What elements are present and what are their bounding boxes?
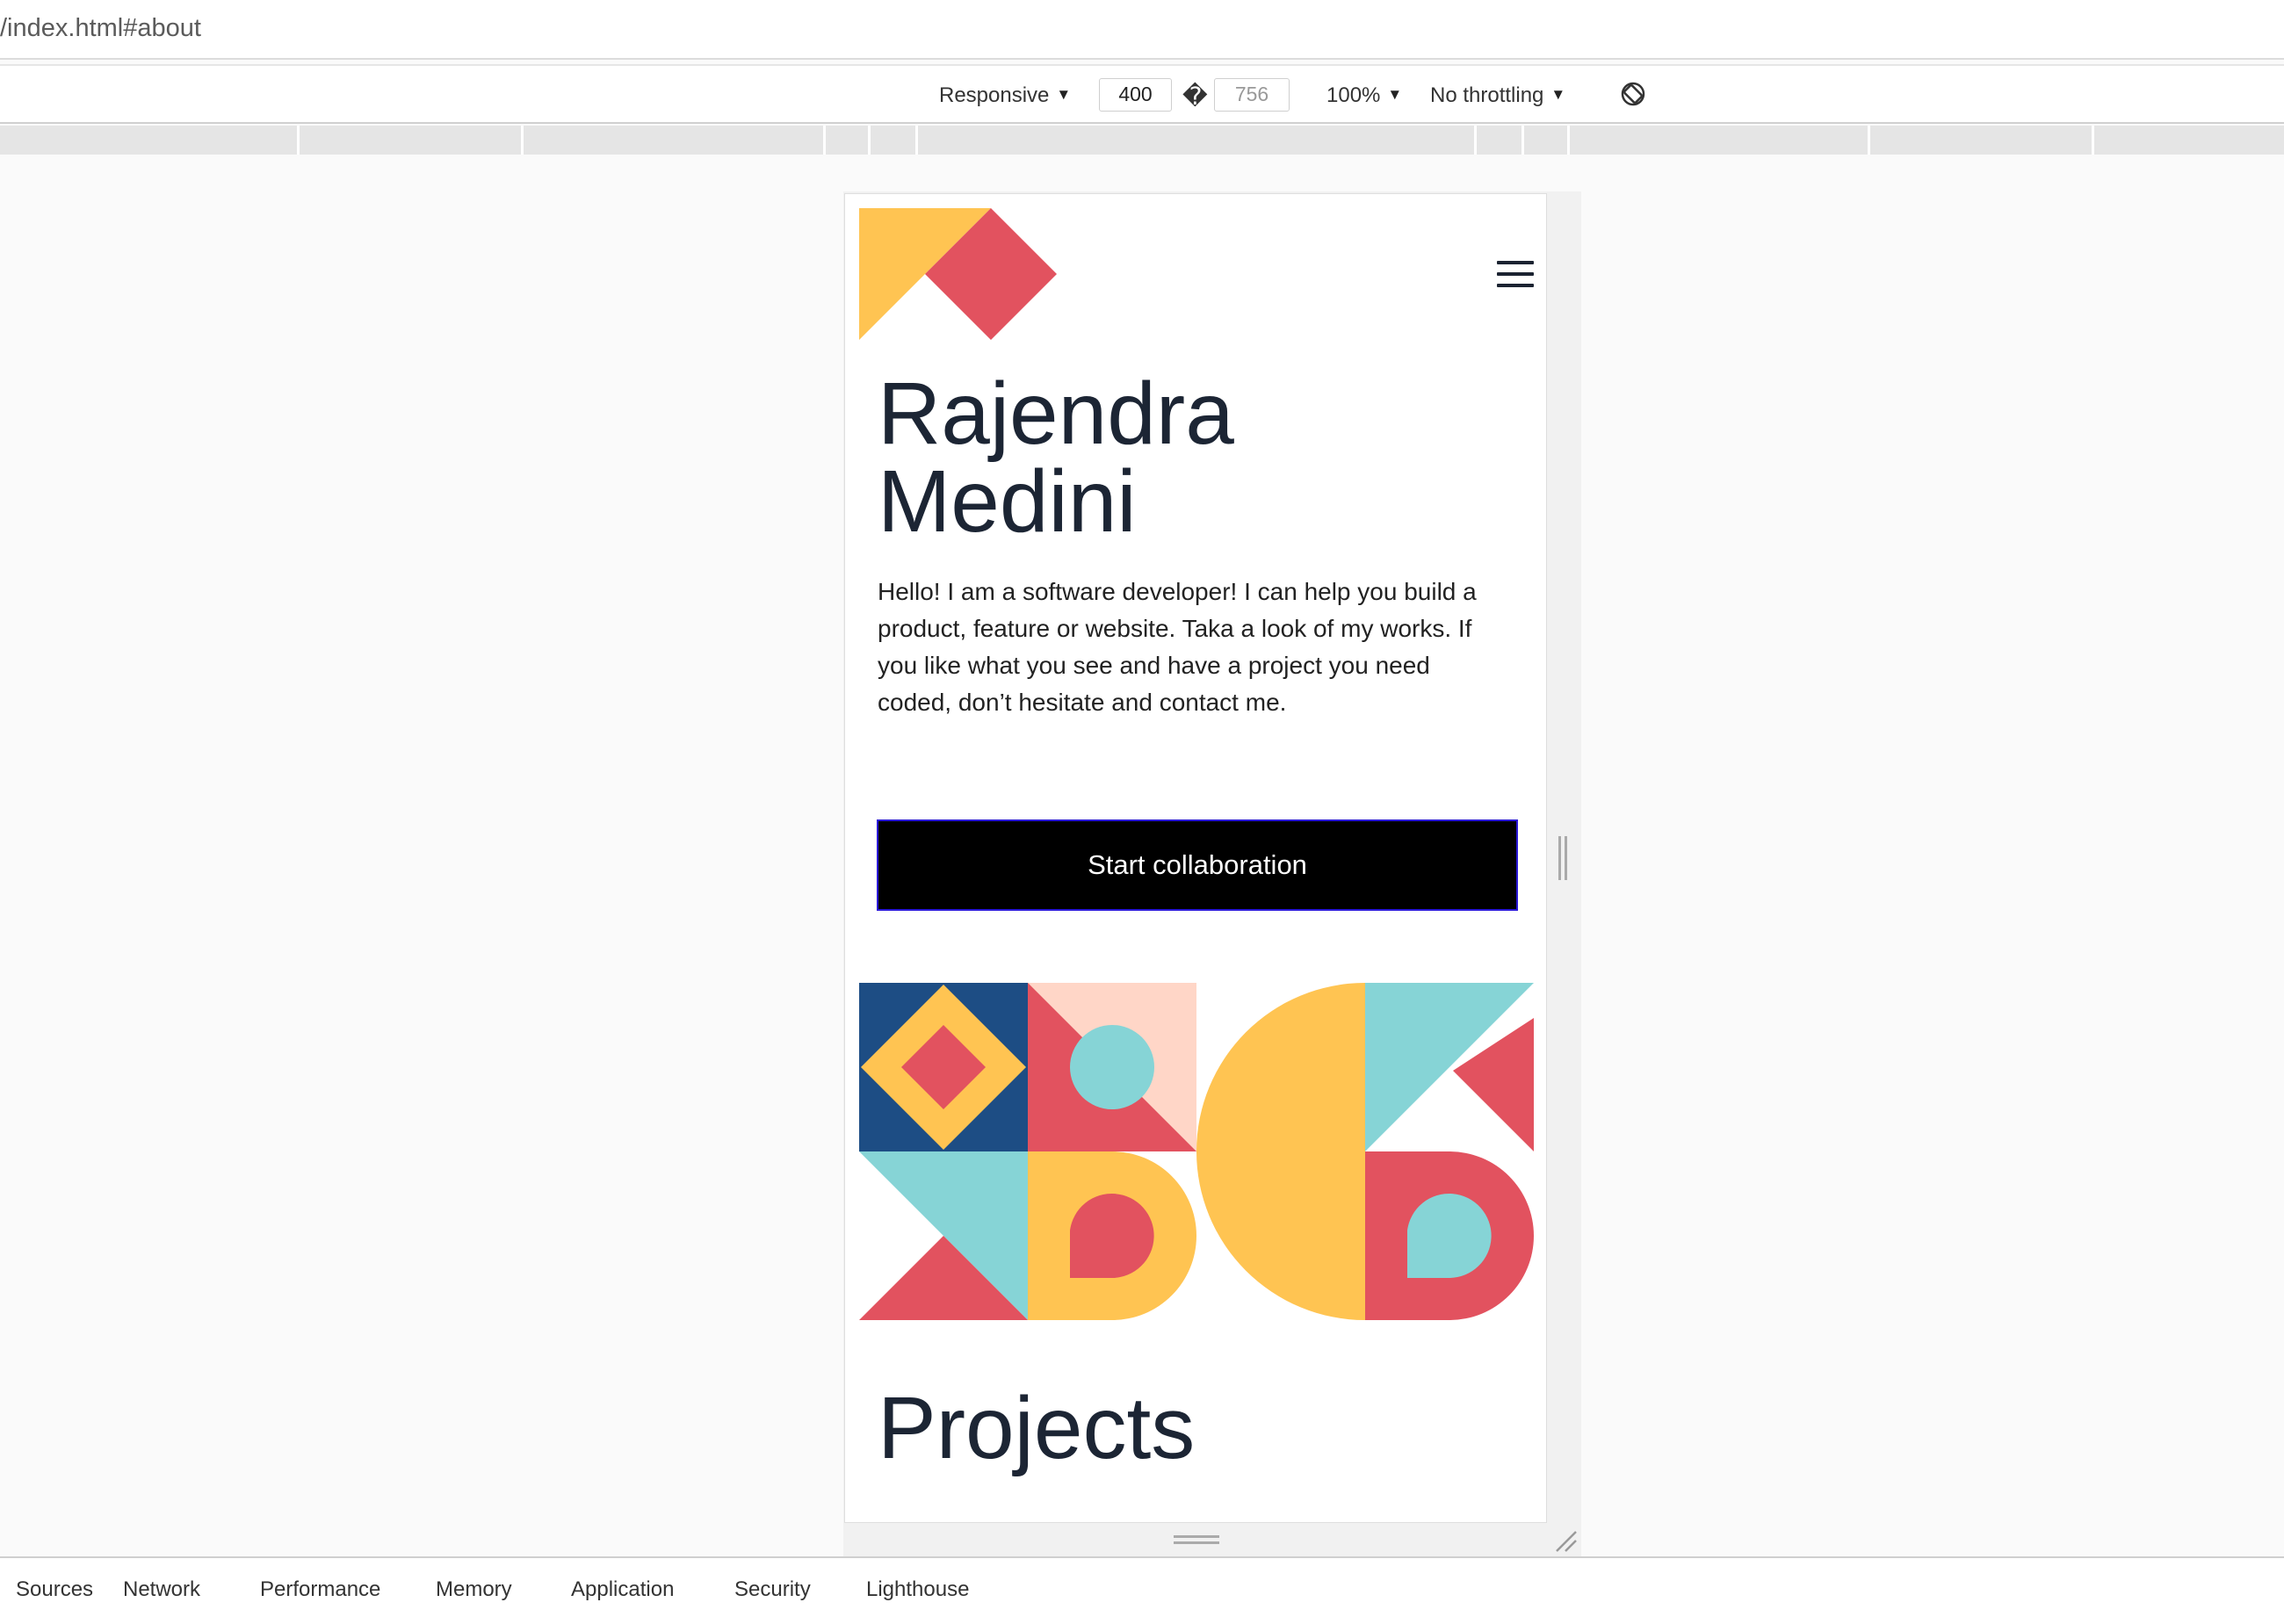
tab-lighthouse[interactable]: Lighthouse xyxy=(866,1577,969,1602)
device-mode-label: Responsive xyxy=(939,83,1050,107)
throttling-dropdown[interactable]: No throttling ▼ xyxy=(1430,83,1565,108)
hamburger-menu-icon[interactable] xyxy=(1497,261,1534,287)
device-toolbar: Responsive ▼ 400 � 756 100% ▼ No throttlin… xyxy=(0,64,2284,124)
rotate-icon[interactable] xyxy=(1619,80,1647,114)
hero-name-line1: Rajendra xyxy=(878,364,1234,463)
zoom-dropdown[interactable]: 100% ▼ xyxy=(1326,83,1402,108)
media-query-divider xyxy=(2092,126,2094,155)
media-query-divider xyxy=(297,126,300,155)
emulated-viewport: Rajendra Medini Hello! I am a software d… xyxy=(844,193,1547,1523)
media-query-divider xyxy=(915,126,918,155)
media-query-divider xyxy=(1474,126,1477,155)
caret-down-icon: ▼ xyxy=(1550,86,1566,103)
zoom-label: 100% xyxy=(1326,83,1381,107)
throttling-label: No throttling xyxy=(1430,83,1544,107)
media-query-divider xyxy=(868,126,871,155)
viewport-corner-resize-icon[interactable] xyxy=(1553,1528,1578,1553)
dimension-separator: � xyxy=(1182,83,1208,110)
device-mode-dropdown[interactable]: Responsive ▼ xyxy=(939,83,1071,108)
viewport-height-input[interactable]: 756 xyxy=(1214,78,1290,112)
media-query-divider xyxy=(1868,126,1870,155)
viewport-width-resize-handle[interactable] xyxy=(1558,836,1569,880)
start-collaboration-button[interactable]: Start collaboration xyxy=(877,819,1518,911)
viewport-width-input[interactable]: 400 xyxy=(1099,78,1172,112)
logo-icon[interactable] xyxy=(859,208,1057,340)
viewport-height-resize-handle[interactable] xyxy=(1174,1535,1219,1546)
url-text[interactable]: /index.html#about xyxy=(0,14,201,43)
tab-sources[interactable]: Sources xyxy=(16,1577,93,1602)
caret-down-icon: ▼ xyxy=(1387,86,1403,103)
tab-network[interactable]: Network xyxy=(123,1577,200,1602)
projects-heading: Projects xyxy=(878,1379,1196,1477)
tab-performance[interactable]: Performance xyxy=(260,1577,380,1602)
address-bar[interactable]: /index.html#about xyxy=(0,0,2284,60)
media-query-divider xyxy=(823,126,826,155)
devtools-tab-bar: Sources Network Performance Memory Appli… xyxy=(0,1556,2284,1624)
tab-application[interactable]: Application xyxy=(571,1577,674,1602)
hero-intro: Hello! I am a software developer! I can … xyxy=(878,578,1477,716)
caret-down-icon: ▼ xyxy=(1056,86,1072,103)
hero-name: Rajendra Medini xyxy=(878,370,1493,545)
media-query-divider xyxy=(521,126,524,155)
media-query-divider xyxy=(1521,126,1524,155)
tab-memory[interactable]: Memory xyxy=(436,1577,512,1602)
media-query-bar[interactable] xyxy=(0,126,2284,155)
tab-security[interactable]: Security xyxy=(734,1577,811,1602)
media-query-divider xyxy=(1567,126,1570,155)
hero-name-line2: Medini xyxy=(878,452,1137,551)
geometric-art-illustration xyxy=(859,983,1534,1320)
